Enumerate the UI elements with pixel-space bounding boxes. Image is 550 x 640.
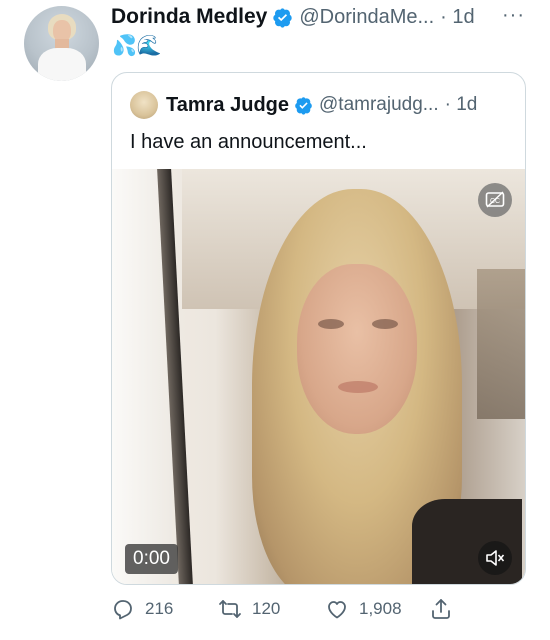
author-name[interactable]: Dorinda Medley [111, 5, 267, 29]
quoted-tweet-time[interactable]: · 1d [445, 94, 478, 116]
captions-icon: CC [485, 191, 505, 208]
quoted-author-handle[interactable]: @tamrajudg... [319, 94, 439, 116]
reply-button[interactable]: 216 [111, 596, 173, 622]
quoted-tweet-text: I have an announcement... [130, 131, 367, 153]
quoted-tweet[interactable]: Tamra Judge @tamrajudg... · 1d I have an… [111, 72, 526, 585]
video-timer: 0:00 [125, 544, 178, 574]
author-handle[interactable]: @DorindaMe... [299, 6, 434, 29]
tweet-header: Dorinda Medley @DorindaMe... · 1d [111, 4, 475, 30]
verified-badge-icon [273, 7, 293, 28]
more-options-icon[interactable]: ··· [502, 4, 525, 27]
video-scene-face [297, 264, 417, 434]
video-scene-shelf [477, 269, 525, 419]
reply-icon [114, 600, 132, 620]
retweet-button[interactable]: 120 [218, 596, 280, 622]
mute-button[interactable] [478, 541, 512, 575]
video-scene-clothing [412, 499, 522, 584]
tweet-text: 💦🌊 [112, 35, 162, 57]
retweet-icon [219, 600, 241, 618]
video-player[interactable]: CC 0:00 [112, 169, 525, 584]
captions-button[interactable]: CC [478, 183, 512, 217]
share-button[interactable] [429, 596, 463, 622]
quoted-author-avatar[interactable] [130, 91, 158, 119]
tweet-time[interactable]: · 1d [440, 6, 474, 29]
retweet-count: 120 [252, 599, 281, 618]
author-avatar[interactable] [24, 6, 99, 81]
video-scene-eye-right [372, 319, 398, 329]
video-scene-lips [338, 381, 378, 393]
avatar-dress [38, 48, 86, 81]
quoted-author-name[interactable]: Tamra Judge [166, 94, 289, 117]
verified-badge-icon [295, 96, 312, 115]
reply-count: 216 [145, 599, 174, 618]
quoted-header: Tamra Judge @tamrajudg... · 1d [130, 91, 477, 119]
like-icon [328, 601, 346, 619]
tweet-actions: 216 120 1,908 [111, 596, 531, 622]
muted-speaker-icon [486, 550, 505, 566]
video-scene-eye-left [318, 319, 344, 329]
like-button[interactable]: 1,908 [325, 596, 402, 622]
like-count: 1,908 [359, 599, 402, 618]
share-icon [432, 599, 450, 619]
